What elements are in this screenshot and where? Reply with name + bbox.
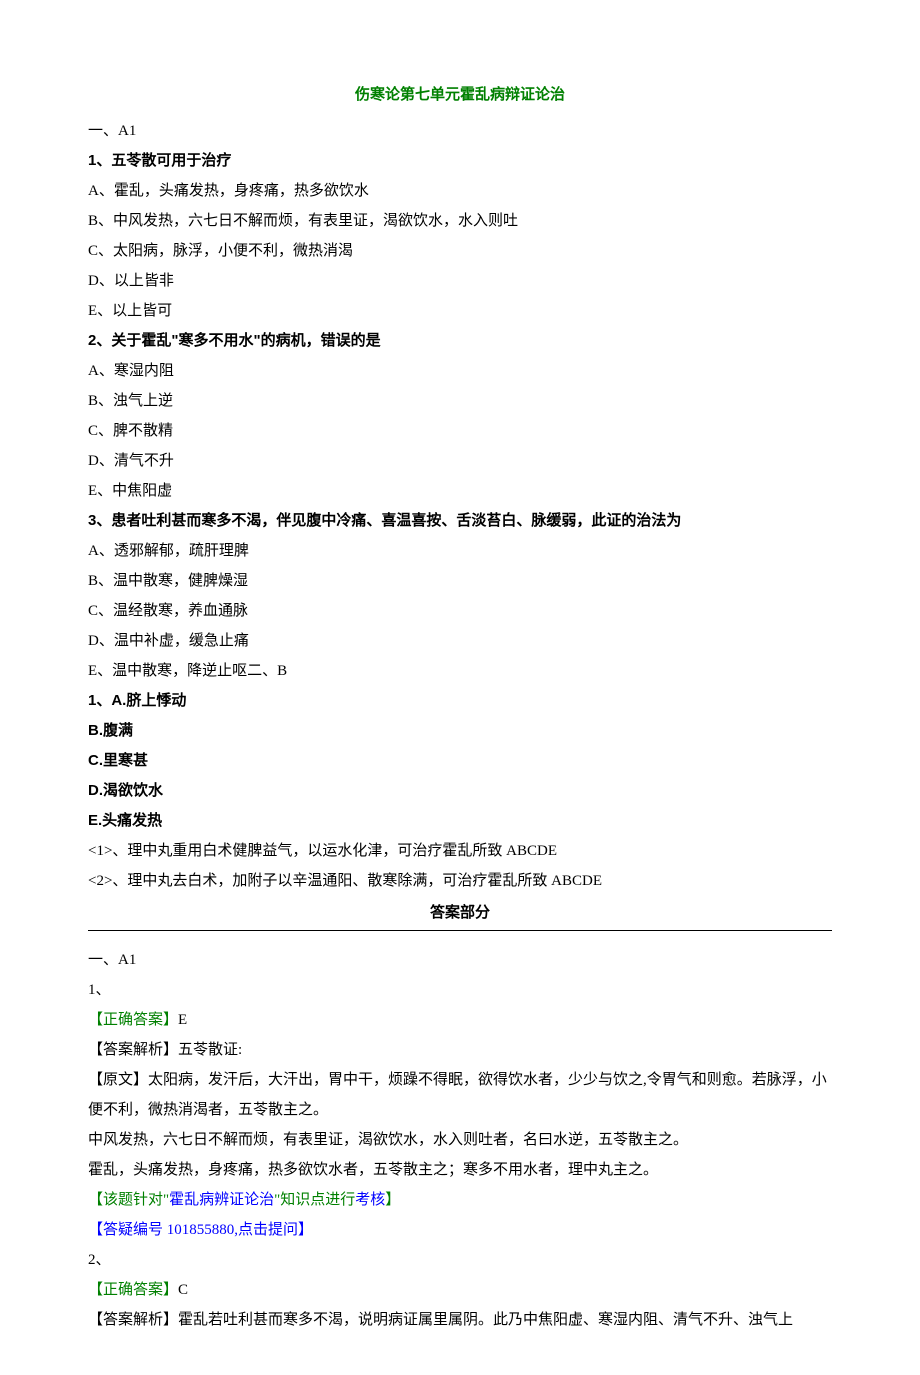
q2-stem: 2、关于霍乱"寒多不用水"的病机，错误的是: [88, 326, 832, 356]
q2-option-b: B、浊气上逆: [88, 386, 832, 416]
section-label: 一、A1: [88, 116, 832, 146]
a1-faq-link[interactable]: 【答疑编号 101855880,点击提问】: [88, 1215, 832, 1245]
q1-option-a: A、霍乱，头痛发热，身疼痛，热多欲饮水: [88, 176, 832, 206]
explain-value: 霍乱若吐利甚而寒多不渴，说明病证属里属阴。此乃中焦阳虚、寒湿内阻、清气不升、浊气…: [178, 1312, 793, 1328]
q4-option-b: B.腹满: [88, 716, 832, 746]
correct-answer-label: 【正确答案】: [88, 1282, 178, 1298]
q4-sub2: <2>、理中丸去白术，加附子以辛温通阳、散寒除满，可治疗霍乱所致 ABCDE: [88, 866, 832, 896]
explain-label: 【答案解析】: [88, 1042, 178, 1058]
explain-value: 五苓散证:: [178, 1042, 242, 1058]
correct-answer-value: E: [178, 1012, 187, 1028]
a2-number: 2、: [88, 1245, 832, 1275]
a1-para2: 中风发热，六七日不解而烦，有表里证，渴欲饮水，水入则吐者，名曰水逆，五苓散主之。: [88, 1125, 832, 1155]
q3-option-c: C、温经散寒，养血通脉: [88, 596, 832, 626]
q1-option-b: B、中风发热，六七日不解而烦，有表里证，渴欲饮水，水入则吐: [88, 206, 832, 236]
q4-option-e: E.头痛发热: [88, 806, 832, 836]
q3-stem: 3、患者吐利甚而寒多不渴，伴见腹中冷痛、喜温喜按、舌淡苔白、脉缓弱，此证的治法为: [88, 506, 832, 536]
q4-sub1: <1>、理中丸重用白术健脾益气，以运水化津，可治疗霍乱所致 ABCDE: [88, 836, 832, 866]
q4-option-a: 1、A.脐上悸动: [88, 686, 832, 716]
answer-section-label: 一、A1: [88, 945, 832, 975]
a1-para3: 霍乱，头痛发热，身疼痛，热多欲饮水者，五苓散主之；寒多不用水者，理中丸主之。: [88, 1155, 832, 1185]
page-title: 伤寒论第七单元霍乱病辩证论治: [88, 80, 832, 110]
q4-option-c: C.里寒甚: [88, 746, 832, 776]
correct-answer-label: 【正确答案】: [88, 1012, 178, 1028]
answer-section-header: 答案部分: [88, 898, 832, 931]
q3-option-b: B、温中散寒，健脾燥湿: [88, 566, 832, 596]
q2-option-d: D、清气不升: [88, 446, 832, 476]
q4-option-d: D.渴欲饮水: [88, 776, 832, 806]
spacer: [88, 931, 832, 945]
a1-correct: 【正确答案】E: [88, 1005, 832, 1035]
q3-option-d: D、温中补虚，缓急止痛: [88, 626, 832, 656]
note-pre: 【该题针对": [88, 1192, 169, 1208]
q2-option-a: A、寒湿内阻: [88, 356, 832, 386]
a1-note: 【该题针对"霍乱病辨证论治"知识点进行考核】: [88, 1185, 832, 1215]
correct-answer-value: C: [178, 1282, 188, 1298]
q1-stem: 1、五苓散可用于治疗: [88, 146, 832, 176]
note-end: 考核: [355, 1192, 385, 1208]
q3-option-a: A、透邪解郁，疏肝理脾: [88, 536, 832, 566]
q3-option-e: E、温中散寒，降逆止呕二、B: [88, 656, 832, 686]
q1-option-c: C、太阳病，脉浮，小便不利，微热消渴: [88, 236, 832, 266]
q2-option-c: C、脾不散精: [88, 416, 832, 446]
note-post: "知识点进行: [274, 1192, 355, 1208]
q2-option-e: E、中焦阳虚: [88, 476, 832, 506]
note-topic: 霍乱病辨证论治: [169, 1192, 274, 1208]
a1-number: 1、: [88, 975, 832, 1005]
a2-explain: 【答案解析】霍乱若吐利甚而寒多不渴，说明病证属里属阴。此乃中焦阳虚、寒湿内阻、清…: [88, 1305, 832, 1335]
q1-option-d: D、以上皆非: [88, 266, 832, 296]
a1-para1: 【原文】太阳病，发汗后，大汗出，胃中干，烦躁不得眠，欲得饮水者，少少与饮之,令胃…: [88, 1065, 832, 1125]
q1-option-e: E、以上皆可: [88, 296, 832, 326]
note-close: 】: [385, 1192, 400, 1208]
a1-explain-header: 【答案解析】五苓散证:: [88, 1035, 832, 1065]
explain-label: 【答案解析】: [88, 1312, 178, 1328]
